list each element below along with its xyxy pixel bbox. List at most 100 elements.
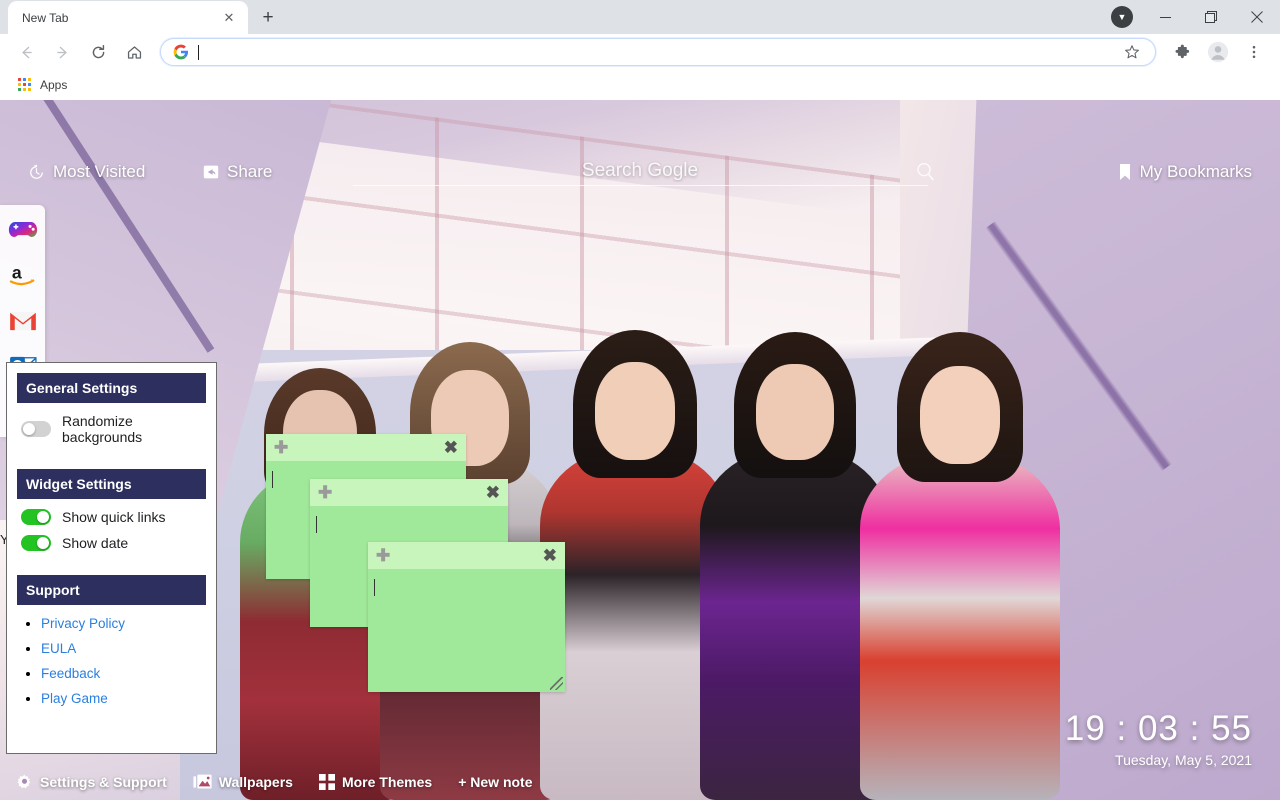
- show-date-label: Show date: [62, 535, 129, 551]
- text-caret: [316, 516, 317, 533]
- gmail-icon: [9, 311, 36, 331]
- home-button[interactable]: [119, 37, 149, 67]
- window-close-button[interactable]: [1234, 0, 1280, 34]
- sticky-note-body[interactable]: [368, 569, 565, 692]
- extensions-button[interactable]: [1167, 37, 1197, 67]
- privacy-policy-link[interactable]: Privacy Policy: [41, 616, 125, 631]
- my-bookmarks-link[interactable]: My Bookmarks: [1118, 162, 1252, 182]
- list-item: Privacy Policy: [41, 615, 206, 633]
- wallpapers-button[interactable]: Wallpapers: [193, 774, 293, 790]
- wallpaper-figure: [860, 295, 1060, 800]
- sticky-note[interactable]: ✚ ✖: [368, 542, 565, 692]
- google-g-icon: [173, 44, 189, 60]
- browser-toolbar: [0, 34, 1280, 70]
- window-dropdown-button[interactable]: ▼: [1102, 0, 1142, 34]
- tab-strip: New Tab ✕ +: [0, 0, 1280, 34]
- plus-icon[interactable]: ✚: [318, 484, 332, 501]
- arrow-left-icon: [21, 46, 32, 58]
- window-controls: ▼: [1102, 0, 1280, 34]
- close-x-icon[interactable]: ✖: [444, 439, 458, 456]
- game-controller-icon: [8, 221, 37, 237]
- settings-support-button[interactable]: Settings & Support: [16, 774, 167, 791]
- image-icon: [193, 774, 212, 789]
- quicklink-game-controller[interactable]: [7, 213, 39, 245]
- more-themes-button[interactable]: More Themes: [318, 774, 433, 790]
- arrow-right-icon: [56, 46, 67, 58]
- new-note-button[interactable]: + New note: [458, 774, 532, 790]
- back-button[interactable]: [11, 37, 41, 67]
- apps-shortcut[interactable]: Apps: [10, 75, 75, 95]
- list-item: Play Game: [41, 690, 206, 708]
- show-quick-links-row[interactable]: Show quick links: [21, 509, 206, 525]
- show-quick-links-toggle[interactable]: [21, 509, 51, 525]
- feedback-link[interactable]: Feedback: [41, 666, 100, 681]
- three-dot-menu-icon: [1252, 45, 1256, 59]
- omnibox-input[interactable]: [199, 44, 1119, 60]
- newtab-bottom-bar: Settings & Support Wallpapers More Theme…: [0, 764, 1280, 800]
- maximize-icon: [1205, 11, 1217, 23]
- share-icon: [203, 165, 219, 179]
- tab-close-icon[interactable]: ✕: [220, 9, 238, 27]
- settings-support-panel: General Settings Randomize backgrounds W…: [6, 362, 217, 754]
- settings-support-label: Settings & Support: [40, 774, 167, 790]
- tab-new-tab[interactable]: New Tab ✕: [8, 1, 248, 34]
- my-bookmarks-label: My Bookmarks: [1139, 162, 1252, 181]
- svg-text:a: a: [11, 263, 21, 283]
- eula-link[interactable]: EULA: [41, 641, 76, 656]
- close-icon: [1251, 11, 1263, 23]
- show-date-toggle[interactable]: [21, 535, 51, 551]
- reload-button[interactable]: [83, 37, 113, 67]
- plus-icon[interactable]: ✚: [376, 547, 390, 564]
- sticky-note-header: ✚ ✖: [310, 479, 508, 506]
- home-icon: [127, 45, 141, 59]
- play-game-link[interactable]: Play Game: [41, 691, 108, 706]
- avatar-icon: [1207, 41, 1229, 63]
- address-bar[interactable]: [160, 38, 1156, 66]
- show-date-row[interactable]: Show date: [21, 535, 206, 551]
- more-themes-label: More Themes: [341, 774, 433, 790]
- show-quick-links-label: Show quick links: [62, 509, 166, 525]
- wallpapers-label: Wallpapers: [218, 774, 293, 790]
- browser-menu-button[interactable]: [1239, 37, 1269, 67]
- support-header: Support: [17, 575, 206, 605]
- list-item: EULA: [41, 640, 206, 658]
- profile-avatar[interactable]: [1203, 37, 1233, 67]
- randomize-backgrounds-row[interactable]: Randomize backgrounds: [21, 413, 206, 445]
- magnifier-icon[interactable]: [914, 160, 938, 189]
- text-caret: [374, 579, 375, 596]
- quicklink-gmail[interactable]: [7, 305, 39, 337]
- new-tab-page: Most Visited Share My Bookmarks: [0, 100, 1280, 800]
- new-tab-button[interactable]: +: [254, 3, 282, 31]
- share-link[interactable]: Share: [203, 162, 272, 182]
- reload-icon: [92, 44, 104, 58]
- quicklink-amazon[interactable]: a: [7, 259, 39, 291]
- resize-handle-icon[interactable]: [550, 677, 563, 690]
- window-maximize-button[interactable]: [1188, 0, 1234, 34]
- chevron-down-circle-icon: ▼: [1111, 6, 1133, 28]
- newtab-search-area: [330, 156, 950, 186]
- text-caret: [272, 471, 273, 488]
- plus-icon[interactable]: ✚: [274, 439, 288, 456]
- window-minimize-button[interactable]: [1142, 0, 1188, 34]
- support-links-list: Privacy Policy EULA Feedback Play Game: [41, 615, 206, 708]
- apps-shortcut-label: Apps: [40, 78, 68, 92]
- newtab-top-nav: Most Visited Share My Bookmarks: [0, 100, 1280, 190]
- bookmark-star-icon[interactable]: [1119, 39, 1145, 65]
- newtab-search-input[interactable]: [352, 156, 928, 186]
- bookmarks-bar: Apps: [0, 70, 1280, 100]
- forward-button[interactable]: [47, 37, 77, 67]
- close-x-icon[interactable]: ✖: [486, 484, 500, 501]
- most-visited-link[interactable]: Most Visited: [28, 162, 145, 182]
- grid-icon: [318, 774, 335, 790]
- bookmark-icon: [1119, 164, 1130, 180]
- most-visited-label: Most Visited: [53, 162, 146, 181]
- minimize-icon: [1159, 16, 1171, 18]
- history-icon: [30, 164, 43, 179]
- sticky-note-header: ✚ ✖: [368, 542, 565, 569]
- close-x-icon[interactable]: ✖: [543, 547, 557, 564]
- list-item: Feedback: [41, 665, 206, 683]
- general-settings-header: General Settings: [17, 373, 206, 403]
- apps-grid-icon: [18, 78, 32, 92]
- randomize-backgrounds-toggle[interactable]: [21, 421, 51, 437]
- randomize-backgrounds-label: Randomize backgrounds: [62, 413, 143, 445]
